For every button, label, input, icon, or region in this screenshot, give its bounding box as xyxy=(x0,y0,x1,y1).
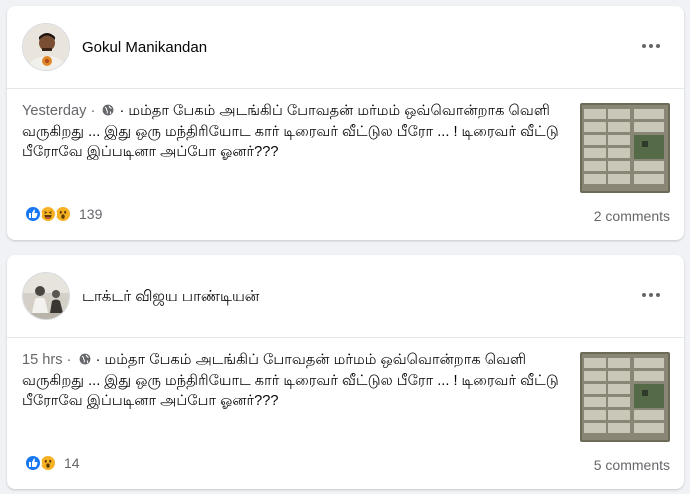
more-options-button[interactable] xyxy=(638,36,664,56)
divider xyxy=(7,88,684,89)
more-dot-icon xyxy=(656,44,660,48)
reaction-count[interactable]: 139 xyxy=(79,206,102,222)
post-text-block: Yesterday · · மம்தா பேகம் அடங்கிப் போவதன… xyxy=(22,101,562,163)
post-card: டாக்டர் விஜய பாண்டியன் 15 hrs · · மம்தா … xyxy=(7,255,684,489)
cash-photo xyxy=(580,352,670,442)
avatar-photo xyxy=(23,273,69,319)
avatar-photo xyxy=(23,24,69,70)
comments-link[interactable]: 2 comments xyxy=(594,208,670,224)
post-text: · மம்தா பேகம் அடங்கிப் போவதன் மர்மம் ஒவ்… xyxy=(22,352,559,409)
like-icon xyxy=(24,454,42,472)
more-dot-icon xyxy=(649,293,653,297)
globe-icon xyxy=(102,104,114,116)
author-name[interactable]: Gokul Manikandan xyxy=(82,39,207,56)
post-header: டாக்டர் விஜய பாண்டியன் xyxy=(7,255,684,337)
separator-dot: · xyxy=(90,103,96,119)
more-dot-icon xyxy=(649,44,653,48)
separator-dot: · xyxy=(66,352,72,368)
globe-icon xyxy=(79,353,90,365)
like-icon xyxy=(24,205,42,223)
reaction-count[interactable]: 14 xyxy=(64,455,80,471)
cash-photo xyxy=(580,103,670,193)
post-timestamp[interactable]: Yesterday xyxy=(22,103,86,119)
post-timestamp[interactable]: 15 hrs xyxy=(22,352,63,368)
post-thumbnail[interactable] xyxy=(580,352,670,442)
author-name[interactable]: டாக்டர் விஜய பாண்டியன் xyxy=(82,288,259,307)
divider xyxy=(7,337,684,338)
post-card: Gokul Manikandan Yesterday · · மம்தா பேக… xyxy=(7,6,684,240)
post-thumbnail[interactable] xyxy=(580,103,670,193)
more-options-button[interactable] xyxy=(638,285,664,305)
more-dot-icon xyxy=(642,44,646,48)
comments-link[interactable]: 5 comments xyxy=(594,457,670,473)
author-avatar[interactable] xyxy=(22,23,70,71)
post-text-block: 15 hrs · · மம்தா பேகம் அடங்கிப் போவதன் ம… xyxy=(22,350,562,412)
post-header: Gokul Manikandan xyxy=(7,6,684,88)
author-avatar[interactable] xyxy=(22,272,70,320)
more-dot-icon xyxy=(642,293,646,297)
reactions-bar[interactable]: 139 xyxy=(24,205,102,223)
more-dot-icon xyxy=(656,293,660,297)
reactions-bar[interactable]: 14 xyxy=(24,454,80,472)
